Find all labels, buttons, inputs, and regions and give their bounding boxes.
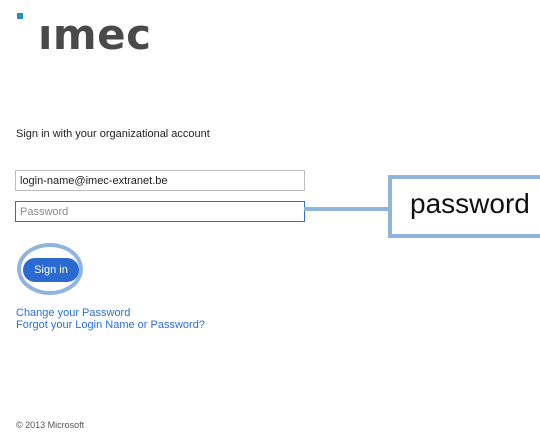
logo-dot-mark — [17, 13, 23, 19]
callout-connector — [304, 207, 390, 211]
change-password-link[interactable]: Change your Password — [16, 307, 130, 319]
signin-heading: Sign in with your organizational account — [16, 128, 210, 140]
password-callout: password — [388, 175, 540, 238]
password-input[interactable] — [15, 201, 305, 222]
signin-button[interactable]: Sign in — [23, 258, 79, 282]
imec-logo: ımec — [14, 4, 184, 64]
callout-label: password — [410, 188, 530, 219]
forgot-credentials-link[interactable]: Forgot your Login Name or Password? — [16, 319, 205, 331]
username-input[interactable] — [15, 170, 305, 191]
copyright-footer: © 2013 Microsoft — [16, 420, 85, 430]
logo-text: ımec — [38, 10, 152, 59]
